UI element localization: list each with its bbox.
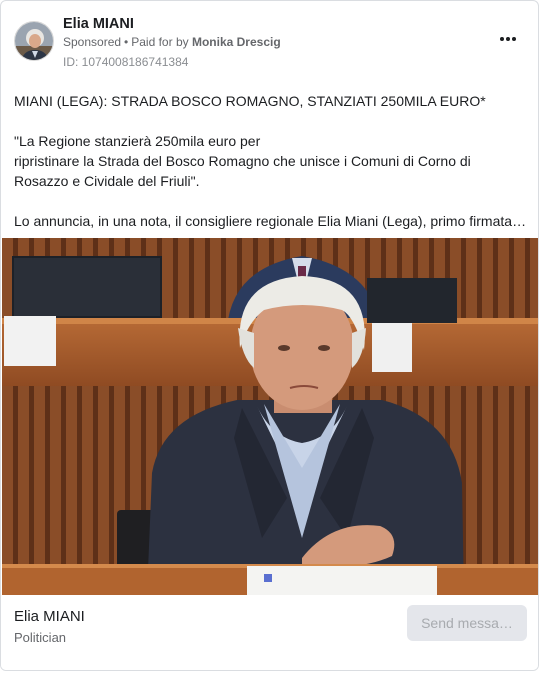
sponsored-label: Sponsored [63,35,122,49]
payer-name: Monika Drescig [191,35,281,49]
post-quote-line2: ripristinare la Strada del Bosco Romagno… [14,153,471,189]
page-name[interactable]: Elia MIANI [63,16,134,32]
send-message-button[interactable]: Send messa… [407,605,527,641]
ad-card: Elia MIANI Sponsored • Paid for by Monika … [0,0,539,671]
ad-footer: Elia MIANI Politician Send messa… [1,595,538,670]
separator: • [124,35,129,49]
post-headline: MIANI (LEGA): STRADA BOSCO ROMAGNO, STAN… [14,93,486,109]
ad-image[interactable] [2,238,538,595]
sponsored-line: Sponsored • Paid for by Monika Drescig [63,35,281,49]
post-body-truncated[interactable]: Lo annuncia, in una nota, il consigliere… [14,211,529,231]
ad-header: Elia MIANI Sponsored • Paid for by Monika … [1,1,538,79]
post-quote-line1: "La Regione stanzierà 250mila euro per [14,133,261,149]
paid-for-prefix: Paid for by [131,35,189,49]
ad-id: ID: 1074008186741384 [63,55,189,69]
more-options-icon[interactable] [495,29,521,49]
avatar[interactable] [14,21,54,61]
post-text: MIANI (LEGA): STRADA BOSCO ROMAGNO, STAN… [14,91,529,231]
footer-category: Politician [14,630,67,645]
footer-page-name[interactable]: Elia MIANI [14,608,85,625]
